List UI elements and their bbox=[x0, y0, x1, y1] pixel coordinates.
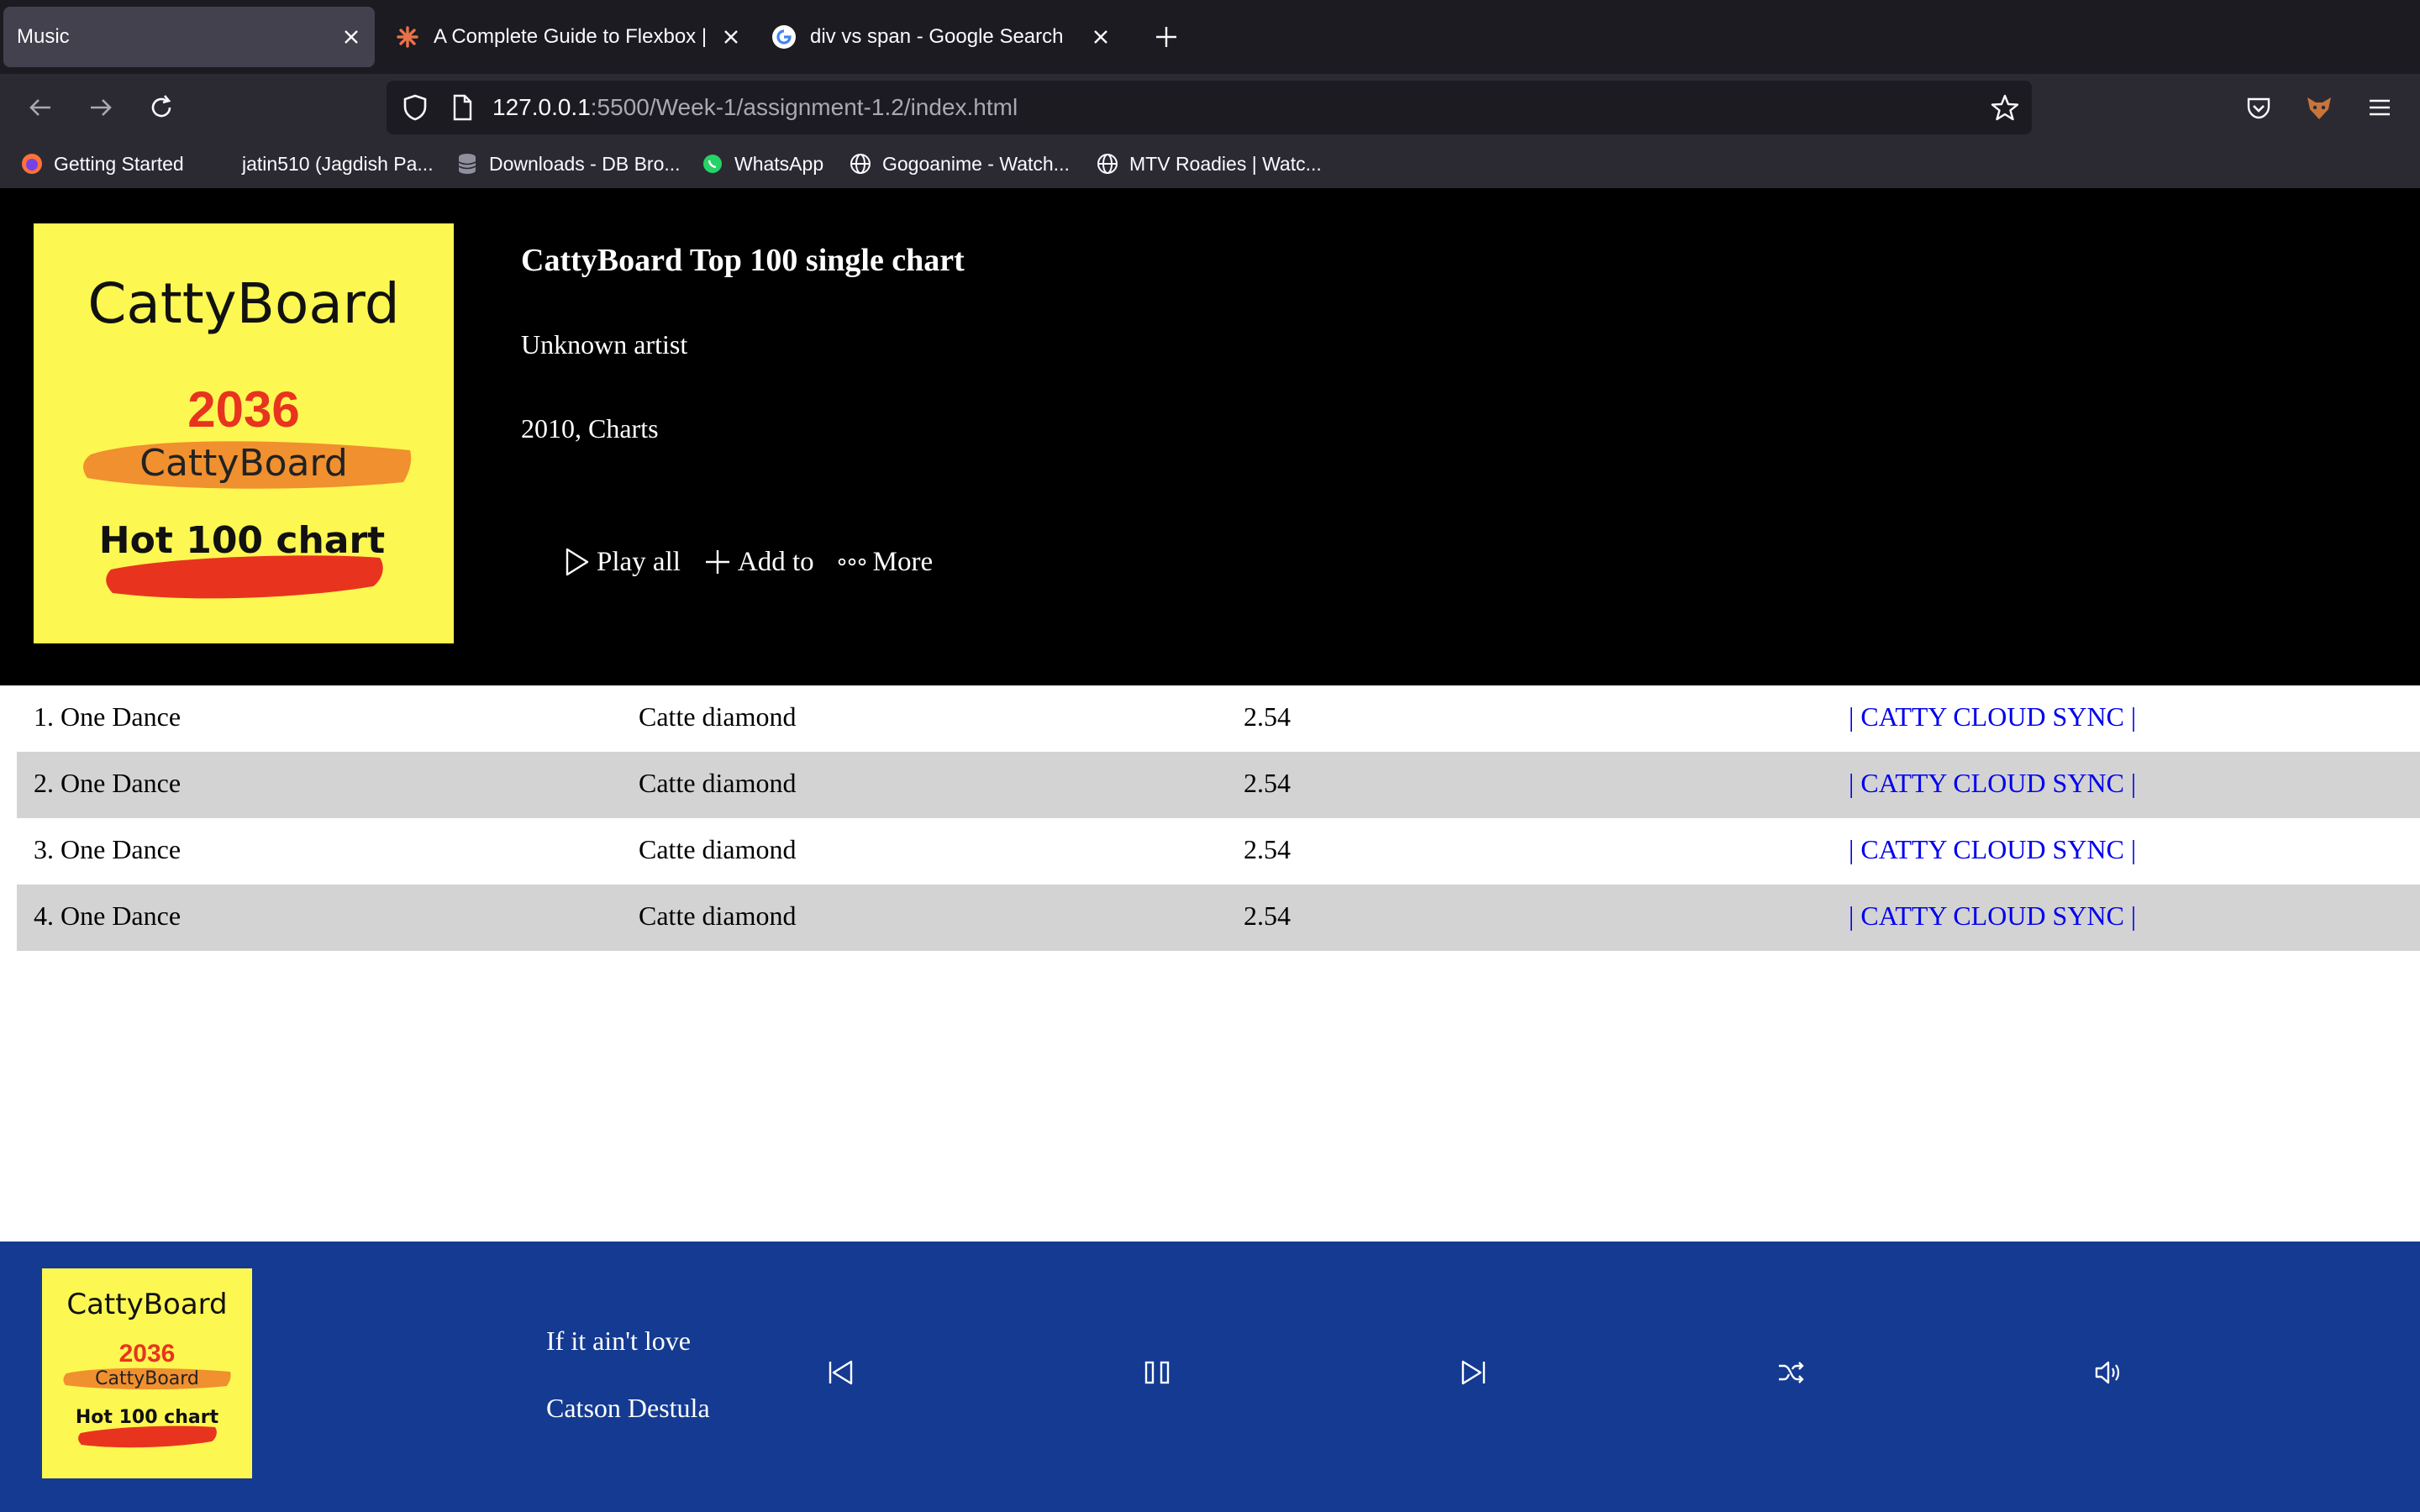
album-year-genre: 2010, Charts bbox=[521, 413, 659, 444]
tab-google-search[interactable]: div vs span - Google Search bbox=[771, 7, 1124, 67]
hamburger-menu-icon[interactable] bbox=[2363, 91, 2396, 124]
track-duration: 2.54 bbox=[1244, 834, 1291, 864]
next-icon[interactable] bbox=[1455, 1354, 1492, 1391]
cloud-sync-link[interactable]: | CATTY CLOUD SYNC | bbox=[1849, 701, 2136, 732]
add-to-button[interactable]: Add to bbox=[704, 547, 814, 578]
url-text[interactable]: 127.0.0.1:5500/Week-1/assignment-1.2/ind… bbox=[492, 94, 1018, 121]
github-icon bbox=[208, 152, 232, 176]
track-duration: 2.54 bbox=[1244, 768, 1291, 798]
tab-flexbox-guide[interactable]: A Complete Guide to Flexbox | CSS-Tricks bbox=[395, 7, 741, 67]
track-title: 2. One Dance bbox=[34, 768, 182, 798]
now-playing-title: If it ain't love bbox=[546, 1326, 691, 1356]
more-label: More bbox=[872, 546, 934, 577]
url-host: 127.0.0.1 bbox=[492, 94, 591, 120]
browser-nav-bar: 127.0.0.1:5500/Week-1/assignment-1.2/ind… bbox=[0, 74, 2420, 141]
bookmark-whatsapp[interactable]: WhatsApp bbox=[701, 150, 823, 178]
bookmark-label: jatin510 (Jagdish Pa... bbox=[242, 152, 434, 175]
add-to-label: Add to bbox=[737, 546, 814, 577]
album-title: CattyBoard Top 100 single chart bbox=[521, 243, 965, 278]
bookmark-mtv-roadies[interactable]: MTV Roadies | Watc... bbox=[1096, 150, 1322, 178]
album-artist: Unknown artist bbox=[521, 329, 688, 360]
cloud-sync-link[interactable]: | CATTY CLOUD SYNC | bbox=[1849, 768, 2136, 799]
bookmark-label: Gogoanime - Watch... bbox=[882, 152, 1070, 175]
now-playing-cover: CattyBoard 2036 CattyBoard Hot 100 chart bbox=[42, 1268, 252, 1478]
plus-icon bbox=[705, 550, 729, 574]
track-artist: Catte diamond bbox=[639, 768, 797, 798]
cover-sub: CattyBoard bbox=[95, 1368, 199, 1389]
volume-icon[interactable] bbox=[2089, 1354, 2126, 1391]
cloud-sync-link[interactable]: | CATTY CLOUD SYNC | bbox=[1849, 834, 2136, 865]
shield-icon[interactable] bbox=[400, 92, 430, 127]
bookmark-star-icon[interactable] bbox=[1990, 92, 2020, 127]
whatsapp-icon bbox=[701, 152, 724, 176]
table-row[interactable]: 4. One Dance Catte diamond 2.54 | CATTY … bbox=[17, 885, 2420, 951]
cover-tagline: Hot 100 chart bbox=[99, 519, 385, 562]
track-artist: Catte diamond bbox=[639, 701, 797, 732]
album-cover: CattyBoard 2036 CattyBoard Hot 100 chart bbox=[34, 223, 454, 643]
tab-title: Music bbox=[17, 25, 70, 48]
tab-title: A Complete Guide to Flexbox | CSS-Tricks bbox=[434, 25, 711, 48]
cover-brand: CattyBoard bbox=[87, 271, 399, 336]
bookmark-downloads[interactable]: Downloads - DB Bro... bbox=[455, 150, 681, 178]
page-icon[interactable] bbox=[447, 92, 477, 127]
album-header: CattyBoard 2036 CattyBoard Hot 100 chart… bbox=[0, 188, 2420, 685]
bookmarks-toolbar: Getting Started jatin510 (Jagdish Pa... … bbox=[0, 141, 2420, 188]
bookmark-getting-started[interactable]: Getting Started bbox=[20, 150, 184, 178]
tab-music[interactable]: Music bbox=[3, 7, 375, 67]
cloud-sync-link[interactable]: | CATTY CLOUD SYNC | bbox=[1849, 900, 2136, 932]
table-row[interactable]: 3. One Dance Catte diamond 2.54 | CATTY … bbox=[17, 818, 2420, 885]
cover-tagline: Hot 100 chart bbox=[76, 1407, 219, 1428]
track-title: 4. One Dance bbox=[34, 900, 182, 931]
close-icon[interactable] bbox=[339, 25, 363, 49]
track-list: 1. One Dance Catte diamond 2.54 | CATTY … bbox=[17, 685, 2420, 951]
track-duration: 2.54 bbox=[1244, 701, 1291, 732]
firefox-icon bbox=[20, 152, 44, 176]
track-title: 3. One Dance bbox=[34, 834, 182, 864]
track-title: 1. One Dance bbox=[34, 701, 182, 732]
bookmark-label: WhatsApp bbox=[734, 152, 824, 175]
play-icon bbox=[566, 548, 589, 576]
globe-icon bbox=[849, 152, 872, 176]
bookmark-label: Getting Started bbox=[54, 152, 184, 175]
tab-title: div vs span - Google Search bbox=[810, 25, 1064, 48]
track-artist: Catte diamond bbox=[639, 834, 797, 864]
more-dots-icon bbox=[838, 558, 865, 566]
address-bar[interactable]: 127.0.0.1:5500/Week-1/assignment-1.2/ind… bbox=[387, 81, 2032, 134]
extension-fox-icon[interactable] bbox=[2302, 91, 2336, 124]
bookmark-github[interactable]: jatin510 (Jagdish Pa... bbox=[208, 150, 434, 178]
cover-brand: CattyBoard bbox=[66, 1288, 227, 1321]
pocket-icon[interactable] bbox=[2242, 91, 2275, 124]
close-icon[interactable] bbox=[1089, 25, 1113, 49]
more-button[interactable]: More bbox=[838, 547, 933, 578]
bookmark-label: Downloads - DB Bro... bbox=[489, 152, 681, 175]
album-actions: Play all Add to More bbox=[565, 543, 956, 581]
reload-icon[interactable] bbox=[145, 91, 178, 124]
cover-sub: CattyBoard bbox=[139, 442, 348, 485]
pause-icon[interactable] bbox=[1139, 1354, 1176, 1391]
player-bar: CattyBoard 2036 CattyBoard Hot 100 chart… bbox=[0, 1242, 2420, 1512]
table-row[interactable]: 1. One Dance Catte diamond 2.54 | CATTY … bbox=[17, 685, 2420, 752]
close-icon[interactable] bbox=[719, 25, 743, 49]
shuffle-icon[interactable] bbox=[1772, 1354, 1809, 1391]
globe-icon bbox=[1096, 152, 1119, 176]
google-icon bbox=[771, 24, 797, 50]
play-all-button[interactable]: Play all bbox=[565, 547, 681, 578]
bookmark-label: MTV Roadies | Watc... bbox=[1129, 152, 1322, 175]
track-artist: Catte diamond bbox=[639, 900, 797, 931]
now-playing-artist: Catson Destula bbox=[546, 1393, 710, 1423]
bookmark-gogoanime[interactable]: Gogoanime - Watch... bbox=[849, 150, 1070, 178]
database-icon bbox=[455, 152, 479, 176]
previous-icon[interactable] bbox=[822, 1354, 859, 1391]
back-arrow-icon[interactable] bbox=[24, 91, 57, 124]
play-all-label: Play all bbox=[597, 546, 681, 577]
cover-year: 2036 bbox=[119, 1340, 176, 1368]
cover-year: 2036 bbox=[187, 381, 299, 438]
new-tab-plus-icon[interactable] bbox=[1151, 22, 1181, 52]
forward-arrow-icon[interactable] bbox=[84, 91, 118, 124]
browser-tab-bar: Music A Complete Guide to Flexbox | CSS-… bbox=[0, 0, 2420, 74]
track-duration: 2.54 bbox=[1244, 900, 1291, 931]
table-row[interactable]: 2. One Dance Catte diamond 2.54 | CATTY … bbox=[17, 752, 2420, 818]
url-path: :5500/Week-1/assignment-1.2/index.html bbox=[590, 94, 1018, 120]
css-tricks-icon bbox=[395, 24, 420, 50]
